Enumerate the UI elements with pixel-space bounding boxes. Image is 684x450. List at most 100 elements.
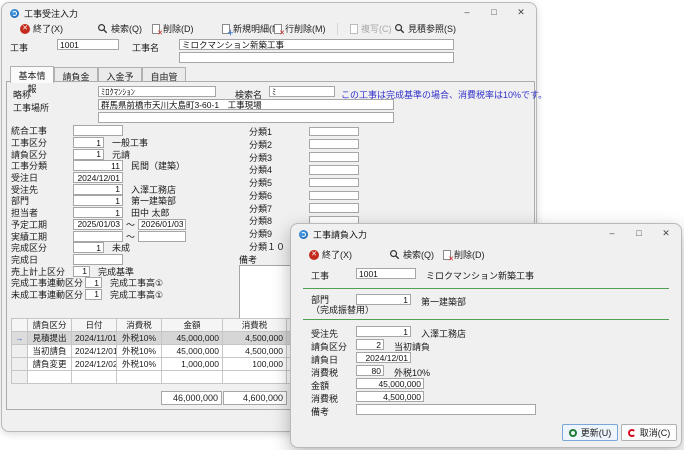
col-date: 日付 bbox=[71, 318, 117, 332]
field-completion-date: 完成日 bbox=[11, 253, 249, 266]
tax-input[interactable] bbox=[356, 391, 424, 402]
category-3-input[interactable] bbox=[309, 152, 359, 162]
field-tax: 消費税 bbox=[311, 391, 424, 405]
memo-input[interactable] bbox=[356, 404, 536, 415]
location-input[interactable] bbox=[98, 99, 394, 110]
app-icon bbox=[10, 8, 19, 18]
tab-basic-info[interactable]: 基本情報 bbox=[10, 66, 54, 94]
customer-input[interactable] bbox=[73, 183, 123, 195]
field-project: 工事 ミロクマンション新築工事 bbox=[311, 268, 534, 282]
location2-input[interactable] bbox=[98, 112, 394, 123]
tax-type-input[interactable] bbox=[356, 365, 384, 376]
tab-free-management[interactable]: 自由管理 bbox=[142, 67, 186, 95]
table-row-initial-contract[interactable]: 当初請負 2024/12/01 外税10% 45,000,000 4,500,0… bbox=[11, 344, 304, 358]
exit-icon bbox=[20, 23, 30, 34]
department-input[interactable] bbox=[73, 195, 123, 207]
estimate-ref-button[interactable]: 見積参照(S) bbox=[394, 22, 456, 35]
completed-link-type-input[interactable] bbox=[85, 277, 103, 289]
field-customer: 受注先 入澤工務店 bbox=[311, 326, 466, 340]
copy-icon bbox=[350, 23, 358, 34]
col-amount: 金額 bbox=[161, 318, 223, 332]
integrated-project-input[interactable] bbox=[73, 125, 123, 137]
update-button[interactable]: 更新(U) bbox=[562, 424, 618, 441]
field-amount: 金額 bbox=[311, 378, 424, 392]
actual-period-to-input[interactable] bbox=[138, 230, 187, 242]
delete-icon bbox=[443, 249, 454, 263]
actual-period-from-input[interactable] bbox=[73, 230, 123, 242]
abbr-input[interactable] bbox=[98, 86, 216, 97]
project-code-input[interactable] bbox=[356, 268, 416, 279]
field-tax-type: 消費税 外税10% bbox=[311, 365, 430, 379]
row-selector-header bbox=[11, 318, 28, 332]
contract-date-input[interactable] bbox=[356, 352, 411, 363]
contract-titlebar: 工事請負入力 – □ ✕ bbox=[291, 224, 681, 241]
search-icon bbox=[98, 24, 108, 34]
field-category-3: 分類3 bbox=[249, 151, 369, 164]
exit-button[interactable]: 終了(X) bbox=[309, 248, 352, 261]
completion-type-input[interactable] bbox=[73, 242, 104, 254]
field-project-category: 工事分類 民間（建築） bbox=[11, 160, 249, 172]
field-actual-period: 実績工期 ～ bbox=[11, 230, 249, 242]
project-name-input[interactable] bbox=[179, 39, 454, 50]
project-code-input[interactable] bbox=[57, 39, 119, 50]
project-name-label: 工事名 bbox=[132, 43, 160, 53]
tab-deposit-schedule[interactable]: 入金予定 bbox=[98, 67, 142, 95]
project-label: 工事 bbox=[10, 43, 29, 53]
total-tax-value: 4,600,000 bbox=[223, 391, 287, 405]
delete-button[interactable]: 削除(D) bbox=[152, 22, 194, 37]
field-project-type: 工事区分 一般工事 bbox=[11, 137, 249, 149]
category-4-input[interactable] bbox=[309, 165, 359, 175]
field-contract-type: 請負区分 元請 bbox=[11, 148, 249, 160]
planned-period-to-input[interactable] bbox=[138, 218, 187, 230]
field-memo: 備考 bbox=[311, 404, 536, 418]
completion-date-input[interactable] bbox=[73, 253, 123, 265]
close-icon[interactable]: ✕ bbox=[661, 228, 671, 238]
person-in-charge-input[interactable] bbox=[73, 207, 123, 219]
department-input[interactable] bbox=[356, 294, 411, 305]
field-customer: 受注先 入澤工務店 bbox=[11, 183, 249, 195]
row-delete-button[interactable]: 行削除(M) bbox=[274, 22, 326, 37]
contract-division-input[interactable] bbox=[356, 339, 384, 350]
exit-button[interactable]: 終了(X) bbox=[20, 22, 63, 35]
category-6-input[interactable] bbox=[309, 190, 359, 201]
minimize-icon[interactable]: – bbox=[462, 7, 472, 17]
uncompleted-link-type-input[interactable] bbox=[85, 288, 103, 300]
col-tax-type: 消費税 bbox=[116, 318, 162, 332]
field-contract-date: 請負日 bbox=[311, 352, 411, 366]
amount-input[interactable] bbox=[356, 378, 424, 389]
category-1-input[interactable] bbox=[309, 126, 359, 137]
copy-button[interactable]: 複写(C) bbox=[350, 22, 392, 35]
search-button[interactable]: 検索(Q) bbox=[389, 248, 434, 261]
maximize-icon[interactable]: □ bbox=[489, 7, 499, 17]
field-category-1: 分類1 bbox=[249, 125, 369, 138]
table-row-estimate[interactable]: → 見積提出 2024/11/01 外税10% 45,000,000 4,500… bbox=[11, 331, 304, 345]
category-2-input[interactable] bbox=[309, 139, 359, 149]
new-detail-button[interactable]: 新規明細(N) bbox=[222, 22, 282, 38]
contract-entry-window: 工事請負入力 – □ ✕ 終了(X) 検索(Q) 削除(D) 工事 ミロクマンシ… bbox=[290, 223, 682, 448]
table-row-contract-change[interactable]: 請負変更 2024/12/02 外税10% 1,000,000 100,000 bbox=[11, 357, 304, 371]
category-5-input[interactable] bbox=[309, 177, 359, 188]
order-date-input[interactable] bbox=[73, 172, 123, 184]
project-name2-input[interactable] bbox=[179, 52, 454, 63]
customer-input[interactable] bbox=[356, 326, 411, 337]
search-name-input[interactable] bbox=[269, 86, 335, 97]
tab-contract-amount[interactable]: 請負金額 bbox=[54, 67, 98, 95]
minimize-icon[interactable]: – bbox=[607, 228, 617, 238]
separator-line bbox=[303, 319, 669, 320]
row-delete-icon bbox=[274, 23, 285, 37]
maximize-icon[interactable]: □ bbox=[634, 228, 644, 238]
sales-recording-type-input[interactable] bbox=[73, 265, 90, 277]
cancel-button[interactable]: 取消(C) bbox=[621, 424, 677, 441]
category-7-input[interactable] bbox=[309, 203, 359, 213]
search-button[interactable]: 検索(Q) bbox=[97, 22, 142, 35]
contract-type-input[interactable] bbox=[73, 148, 104, 160]
project-category-input[interactable] bbox=[73, 160, 123, 172]
main-titlebar: 工事受注入力 – □ ✕ bbox=[2, 3, 536, 20]
delete-button[interactable]: 削除(D) bbox=[443, 248, 485, 263]
close-icon[interactable]: ✕ bbox=[516, 7, 526, 17]
field-person-in-charge: 担当者 田中 太郎 bbox=[11, 207, 249, 219]
project-type-input[interactable] bbox=[73, 137, 104, 149]
field-category-7: 分類7 bbox=[249, 202, 369, 215]
planned-period-from-input[interactable] bbox=[73, 218, 123, 230]
table-row-empty[interactable] bbox=[11, 370, 304, 384]
